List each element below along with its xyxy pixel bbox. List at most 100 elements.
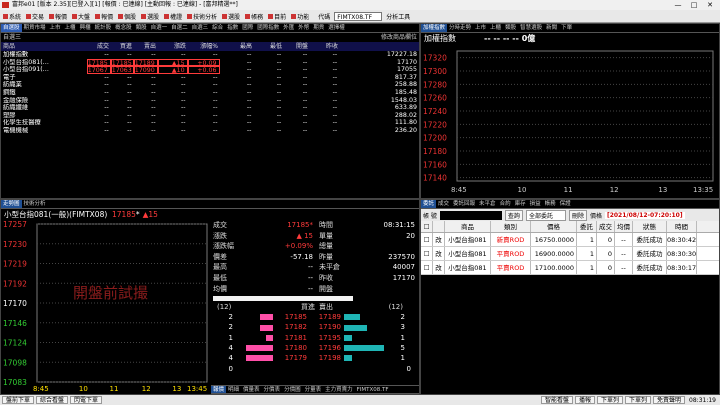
tab-7[interactable]: FIMTX08.TF [355, 386, 391, 393]
tab-5[interactable]: 庫存 [513, 200, 528, 208]
tab-5[interactable]: 分量表 [303, 386, 324, 393]
tab-0[interactable]: 走勢圖 [1, 200, 22, 208]
tab-8[interactable]: 自選一 [149, 24, 170, 32]
tab-12[interactable]: 指數 [225, 24, 240, 32]
order-book-row[interactable]: 2 17182 17190 3 [213, 322, 419, 332]
table-row[interactable]: 化學生技醫療 -- -- -- -- -- -- -- -- -- 111.80 [1, 119, 419, 127]
status-right-button[interactable]: 下單列 [597, 396, 624, 404]
menu-item-12[interactable]: 功能 [290, 12, 310, 21]
column-header[interactable]: 均價 [615, 221, 633, 232]
order-book-row[interactable]: 4 17180 17196 5 [213, 343, 419, 353]
status-right-button[interactable]: 智能看盤 [540, 396, 573, 404]
symbol-input[interactable]: FIMTX08.TF [334, 11, 383, 21]
tab-13[interactable]: 國際 [240, 24, 255, 32]
status-right-button[interactable]: 播報 [574, 396, 595, 404]
tab-1[interactable]: 期貨市場 [22, 24, 48, 32]
status-right-button[interactable]: 免責聲明 [653, 396, 686, 404]
tab-14[interactable]: 國際指數 [255, 24, 281, 32]
order-row[interactable]: ☐ 改小型台指081 新賣ROD 16750.0000 1 0 -- 委託成功 08:30:42 [421, 233, 719, 247]
order-book-row[interactable]: 4 17179 17198 1 [213, 353, 419, 363]
tab-7[interactable]: 下單 [559, 24, 574, 32]
select-all-checkbox[interactable]: ☐ [421, 221, 433, 232]
amend-button[interactable]: 改 [433, 233, 445, 246]
tab-3[interactable]: 分價表 [262, 386, 283, 393]
column-header[interactable]: 商品 [1, 42, 87, 51]
tab-3[interactable]: 上櫃 [63, 24, 78, 32]
tab-6[interactable]: 新聞 [544, 24, 559, 32]
tab-1[interactable]: 技術分析 [22, 200, 48, 208]
minimize-button[interactable]: — [670, 0, 686, 10]
tab-6[interactable]: 損益 [528, 200, 543, 208]
tab-16[interactable]: 外幣 [296, 24, 311, 32]
row-checkbox[interactable]: ☐ [421, 233, 433, 246]
tab-4[interactable]: 興櫃 [78, 24, 93, 32]
column-header[interactable]: 時間 [667, 221, 697, 232]
column-header[interactable]: 狀態 [633, 221, 667, 232]
analysis-tools-button[interactable]: 分析工具 [385, 12, 411, 21]
tab-7[interactable]: 帳務 [543, 200, 558, 208]
row-checkbox[interactable]: ☐ [421, 247, 433, 260]
column-header[interactable]: 賣出 [134, 42, 158, 51]
tab-17[interactable]: 期貨 [311, 24, 326, 32]
row-checkbox[interactable]: ☐ [421, 261, 433, 274]
menu-item-6[interactable]: 選股 [140, 12, 160, 21]
column-header[interactable]: 最高 [220, 42, 254, 51]
tab-3[interactable]: 上櫃 [488, 24, 503, 32]
tab-18[interactable]: 選擇權 [326, 24, 347, 32]
tab-11[interactable]: 綜合 [210, 24, 225, 32]
tab-4[interactable]: 類股 [503, 24, 518, 32]
status-left-button[interactable]: 綜合看盤 [36, 396, 69, 404]
menu-item-9[interactable]: 選股 [221, 12, 241, 21]
tab-1[interactable]: 明細 [226, 386, 241, 393]
tab-2[interactable]: 委託回報 [451, 200, 477, 208]
column-header[interactable]: 開盤 [284, 42, 310, 51]
tab-3[interactable]: 未平倉 [477, 200, 498, 208]
status-left-button[interactable]: 閃電下單 [70, 396, 103, 404]
order-book-row[interactable]: 1 17181 17195 1 [213, 333, 419, 343]
column-header[interactable]: 漲跌 [158, 42, 188, 51]
table-row[interactable]: 小型台指091(… 17067 17063 17090 ▲10 +0.06 -- -- -- --… [1, 66, 419, 74]
tab-9[interactable]: 自選二 [169, 24, 190, 32]
tab-2[interactable]: 上市 [48, 24, 63, 32]
table-row[interactable]: 紡織業 -- -- -- -- -- -- -- -- -- 258.88 [1, 81, 419, 89]
column-header[interactable]: 最低 [254, 42, 284, 51]
status-left-button[interactable]: 盤前下單 [2, 396, 35, 404]
column-header[interactable]: 價格 [531, 221, 577, 232]
table-row[interactable]: 加權指數 -- -- -- -- -- -- -- -- -- 17227.18 [1, 51, 419, 59]
tab-0[interactable]: 自選股 [1, 24, 22, 32]
menu-item-0[interactable]: 系統 [2, 12, 22, 21]
tab-0[interactable]: 加權指數 [421, 24, 448, 32]
status-right-button[interactable]: 下單列 [625, 396, 652, 404]
maximize-button[interactable]: □ [686, 0, 702, 10]
tab-6[interactable]: 主力買賣力 [323, 386, 355, 393]
filter-select[interactable]: 全部委託 [525, 209, 566, 221]
amend-button[interactable]: 改 [433, 247, 445, 260]
menu-item-2[interactable]: 報價 [48, 12, 68, 21]
order-row[interactable]: ☐ 改小型台指081 平賣ROD 17100.0000 1 0 -- 委託成功 08:30:17 [421, 261, 719, 275]
table-row[interactable]: 金融保險 -- -- -- -- -- -- -- -- -- 1548.03 [1, 97, 419, 105]
edit-columns-button[interactable]: 修改商品欄位 [381, 33, 417, 42]
price-filter[interactable]: 價格 [590, 211, 602, 220]
close-button[interactable]: ✕ [702, 0, 718, 10]
tab-0[interactable]: 委託 [421, 200, 437, 208]
menu-item-7[interactable]: 權證 [163, 12, 183, 21]
column-header[interactable]: 委託 [577, 221, 597, 232]
query-button[interactable]: 查詢 [504, 209, 523, 221]
table-row[interactable]: 電機機械 -- -- -- -- -- -- -- -- -- 236.20 [1, 127, 419, 135]
tab-0[interactable]: 報價 [211, 386, 227, 393]
tab-10[interactable]: 自選三 [190, 24, 211, 32]
table-row[interactable]: 紡織纖維 -- -- -- -- -- -- -- -- -- 633.89 [1, 104, 419, 112]
tab-1[interactable]: 分時走勢 [447, 24, 473, 32]
tab-5[interactable]: 智慧選股 [518, 24, 544, 32]
column-header[interactable]: 漲幅% [188, 42, 220, 51]
menu-item-4[interactable]: 報價 [94, 12, 114, 21]
table-row[interactable]: 鋼鐵 -- -- -- -- -- -- -- -- -- 185.48 [1, 89, 419, 97]
account-select[interactable] [439, 210, 502, 220]
table-row[interactable]: 小型台指081(… 17185 17185 17189 ▲15 +0.09 -- -- -- --… [1, 58, 419, 67]
tab-4[interactable]: 分價圖 [282, 386, 303, 393]
column-header[interactable]: 買進 [111, 42, 134, 51]
tab-5[interactable]: 統計股 [93, 24, 114, 32]
tab-4[interactable]: 合約 [498, 200, 513, 208]
order-book-row[interactable]: 2 17185 17189 2 [213, 312, 419, 322]
menu-item-11[interactable]: 目前 [267, 12, 287, 21]
